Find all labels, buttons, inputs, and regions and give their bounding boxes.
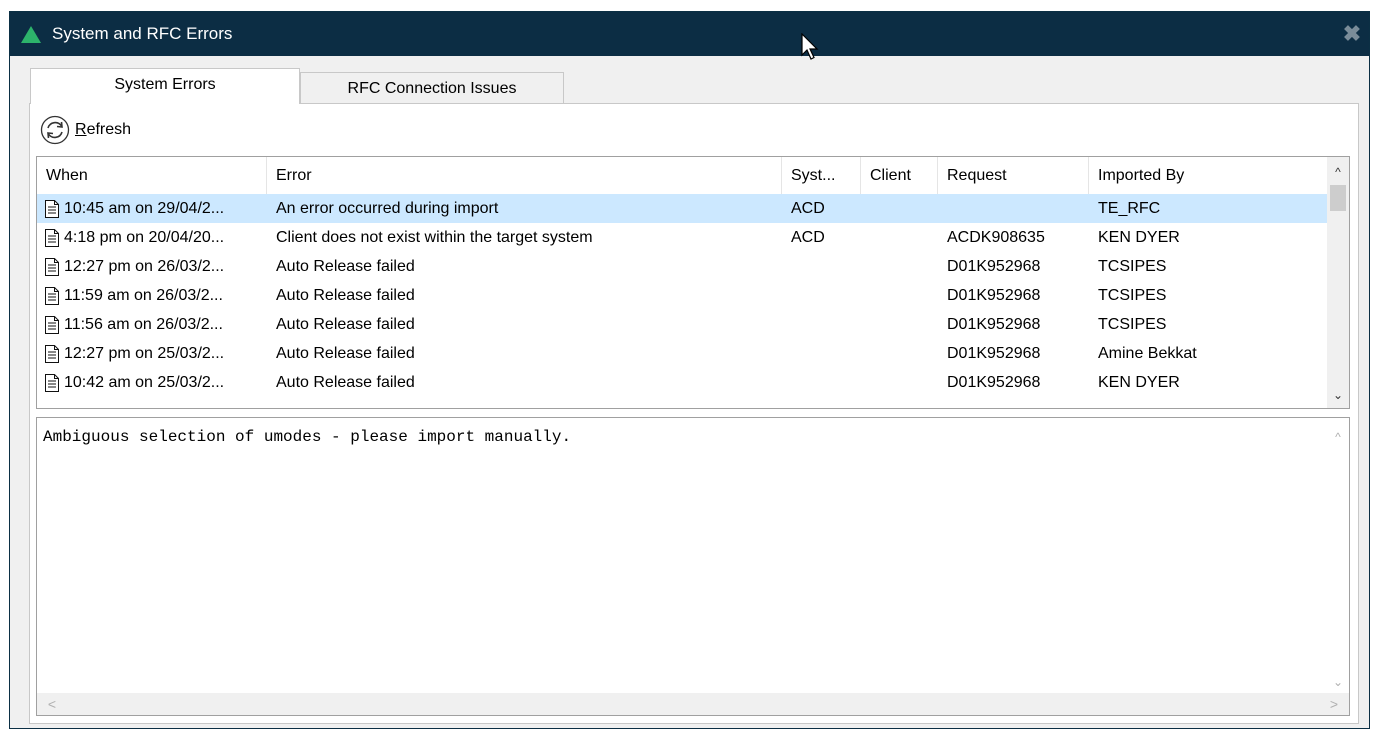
error-detail-text: Ambiguous selection of umodes - please i… bbox=[43, 428, 572, 446]
row-when: 11:56 am on 26/03/2... bbox=[37, 315, 267, 334]
row-error: Auto Release failed bbox=[276, 315, 415, 333]
refresh-label: Refresh bbox=[75, 121, 132, 138]
row-when: 10:45 am on 29/04/2... bbox=[37, 199, 267, 218]
scroll-down-icon[interactable]: ⌄ bbox=[1327, 384, 1349, 406]
mouse-cursor-icon bbox=[801, 33, 819, 60]
table-body: 10:45 am on 29/04/2... An error occurred … bbox=[37, 194, 1327, 397]
scrollbar-thumb[interactable] bbox=[1330, 185, 1346, 211]
row-error: Client does not exist within the target … bbox=[276, 228, 593, 246]
detail-scroll-left-icon[interactable]: < bbox=[41, 693, 63, 715]
table-vertical-scrollbar[interactable]: ^ ⌄ bbox=[1327, 157, 1349, 408]
column-header-client[interactable]: Client bbox=[861, 157, 938, 194]
column-header-system[interactable]: Syst... bbox=[782, 157, 861, 194]
tab-system-errors[interactable]: System Errors bbox=[30, 68, 300, 104]
row-request: D01K952968 bbox=[947, 315, 1041, 333]
close-icon[interactable]: ✖ bbox=[1341, 23, 1363, 45]
detail-vertical-scrollbar[interactable]: ^ ⌄ bbox=[1327, 418, 1349, 693]
table-header: When Error Syst... Client Request Import… bbox=[37, 157, 1327, 194]
row-imported-by: TE_RFC bbox=[1098, 199, 1161, 217]
table-row[interactable]: 12:27 pm on 26/03/2... Auto Release faile… bbox=[37, 252, 1327, 281]
row-error: Auto Release failed bbox=[276, 257, 415, 275]
column-header-when[interactable]: When bbox=[37, 157, 267, 194]
document-icon bbox=[45, 286, 59, 305]
row-request: ACDK908635 bbox=[947, 228, 1045, 246]
detail-horizontal-scrollbar[interactable]: < > bbox=[37, 693, 1349, 715]
row-imported-by: KEN DYER bbox=[1098, 373, 1180, 391]
row-error: Auto Release failed bbox=[276, 373, 415, 391]
row-imported-by: KEN DYER bbox=[1098, 228, 1180, 246]
row-imported-by: TCSIPES bbox=[1098, 286, 1167, 304]
document-icon bbox=[45, 257, 59, 276]
refresh-button[interactable]: Refresh bbox=[40, 114, 131, 146]
row-imported-by: TCSIPES bbox=[1098, 257, 1167, 275]
column-header-request[interactable]: Request bbox=[938, 157, 1089, 194]
row-when-text: 12:27 pm on 26/03/2... bbox=[64, 257, 225, 275]
window-title: System and RFC Errors bbox=[52, 24, 233, 43]
row-error: Auto Release failed bbox=[276, 286, 415, 304]
document-icon bbox=[45, 199, 59, 218]
detail-scroll-right-icon[interactable]: > bbox=[1323, 693, 1345, 715]
row-when-text: 10:42 am on 25/03/2... bbox=[64, 373, 225, 391]
refresh-icon bbox=[40, 115, 70, 145]
column-header-error[interactable]: Error bbox=[267, 157, 782, 194]
row-request: D01K952968 bbox=[947, 344, 1041, 362]
row-when: 12:27 pm on 25/03/2... bbox=[37, 344, 267, 363]
table-row[interactable]: 11:56 am on 26/03/2... Auto Release faile… bbox=[37, 310, 1327, 339]
table-row[interactable]: 11:59 am on 26/03/2... Auto Release faile… bbox=[37, 281, 1327, 310]
document-icon bbox=[45, 315, 59, 334]
row-imported-by: TCSIPES bbox=[1098, 315, 1167, 333]
scroll-up-icon[interactable]: ^ bbox=[1327, 161, 1349, 183]
row-request: D01K952968 bbox=[947, 257, 1041, 275]
row-when: 12:27 pm on 26/03/2... bbox=[37, 257, 267, 276]
row-error: An error occurred during import bbox=[276, 199, 499, 217]
document-icon bbox=[45, 344, 59, 363]
app-logo-icon bbox=[21, 26, 41, 43]
row-when: 4:18 pm on 20/04/20... bbox=[37, 228, 267, 247]
row-request: D01K952968 bbox=[947, 373, 1041, 391]
error-detail-textbox[interactable]: Ambiguous selection of umodes - please i… bbox=[36, 417, 1350, 716]
errors-table[interactable]: When Error Syst... Client Request Import… bbox=[36, 156, 1350, 409]
title-bar[interactable]: System and RFC Errors ✖ bbox=[10, 12, 1369, 56]
row-error: Auto Release failed bbox=[276, 344, 415, 362]
row-system: ACD bbox=[791, 199, 825, 217]
detail-scroll-up-icon[interactable]: ^ bbox=[1327, 426, 1349, 448]
errors-dialog: System and RFC Errors ✖ System Errors RF… bbox=[9, 11, 1370, 729]
row-when-text: 11:56 am on 26/03/2... bbox=[64, 315, 223, 333]
column-header-imported-by[interactable]: Imported By bbox=[1089, 157, 1327, 194]
row-when-text: 4:18 pm on 20/04/20... bbox=[64, 228, 225, 246]
tab-rfc-connection-issues[interactable]: RFC Connection Issues bbox=[300, 72, 564, 104]
row-when: 11:59 am on 26/03/2... bbox=[37, 286, 267, 305]
tab-panel: Refresh When Error Syst... Client Reques… bbox=[29, 103, 1359, 724]
table-row[interactable]: 10:42 am on 25/03/2... Auto Release faile… bbox=[37, 368, 1327, 397]
row-request: D01K952968 bbox=[947, 286, 1041, 304]
detail-scroll-down-icon[interactable]: ⌄ bbox=[1327, 671, 1349, 693]
row-when-text: 12:27 pm on 25/03/2... bbox=[64, 344, 225, 362]
row-imported-by: Amine Bekkat bbox=[1098, 344, 1197, 362]
table-row[interactable]: 10:45 am on 29/04/2... An error occurred … bbox=[37, 194, 1327, 223]
row-when: 10:42 am on 25/03/2... bbox=[37, 373, 267, 392]
document-icon bbox=[45, 228, 59, 247]
table-row[interactable]: 12:27 pm on 25/03/2... Auto Release faile… bbox=[37, 339, 1327, 368]
table-row[interactable]: 4:18 pm on 20/04/20... Client does not ex… bbox=[37, 223, 1327, 252]
row-system: ACD bbox=[791, 228, 825, 246]
row-when-text: 11:59 am on 26/03/2... bbox=[64, 286, 223, 304]
row-when-text: 10:45 am on 29/04/2... bbox=[64, 199, 225, 217]
document-icon bbox=[45, 373, 59, 392]
